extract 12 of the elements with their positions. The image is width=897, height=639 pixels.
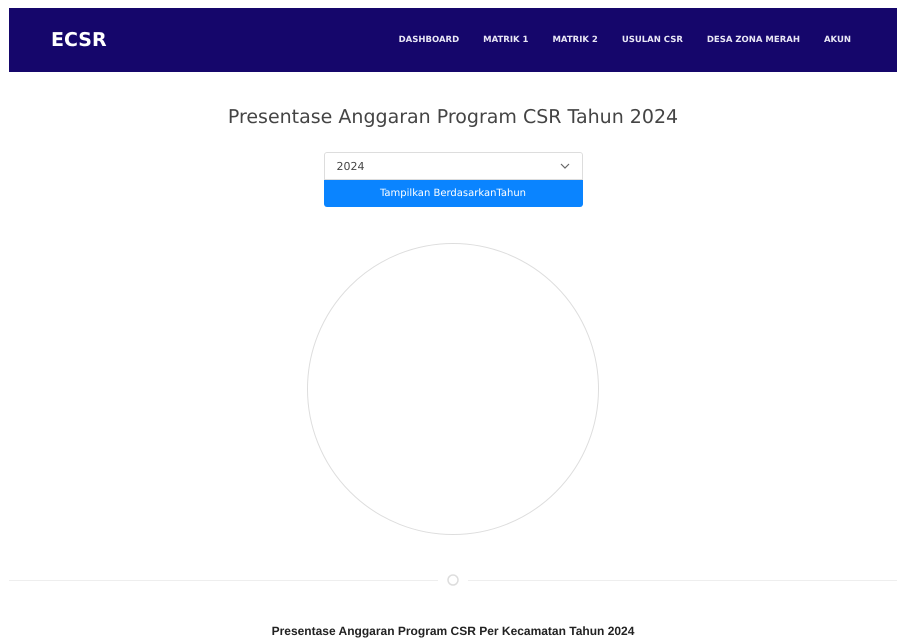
section-title: Presentase Anggaran Program CSR Per Kecamatan Tahun 2024: [272, 624, 634, 638]
filter-button[interactable]: Tampilkan BerdasarkanTahun: [324, 180, 582, 207]
nav-link[interactable]: DESA ZONA MERAH: [694, 35, 812, 45]
year-select[interactable]: 2024: [324, 152, 582, 180]
chevron-down-icon: [560, 163, 570, 169]
nav-link[interactable]: DASHBOARD: [386, 35, 472, 45]
brand-logo[interactable]: ECSR: [51, 29, 107, 51]
nav-link[interactable]: MATRIK 1: [471, 35, 540, 45]
page-title: Presentase Anggaran Program CSR Tahun 2024: [228, 106, 678, 130]
nav-link[interactable]: MATRIK 2: [540, 35, 610, 45]
nav-link[interactable]: USULAN CSR: [610, 35, 695, 45]
nav-link[interactable]: AKUN: [812, 35, 851, 45]
